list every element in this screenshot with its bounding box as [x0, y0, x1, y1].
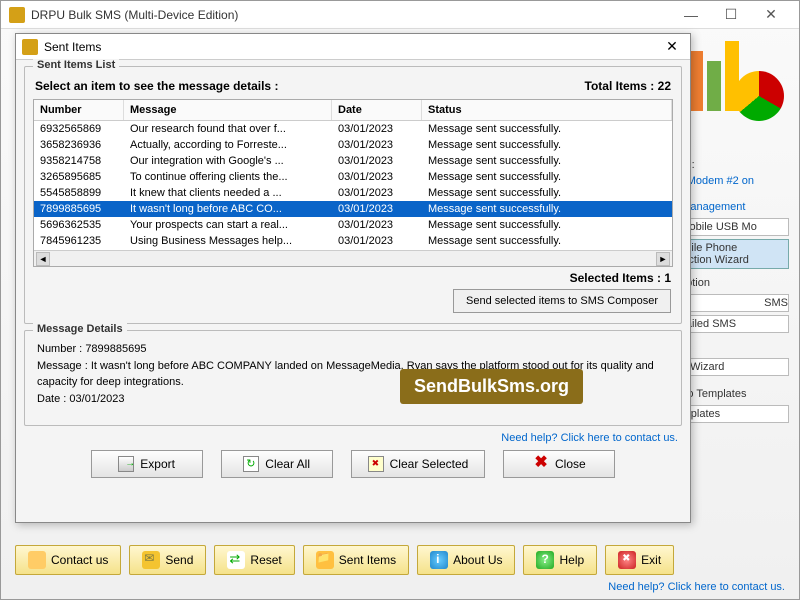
dialog-title: Sent Items: [44, 40, 660, 54]
close-dialog-button[interactable]: ✖Close: [503, 450, 615, 478]
cell-message: Your prospects can start a real...: [124, 217, 332, 233]
col-message[interactable]: Message: [124, 100, 332, 120]
table-row[interactable]: 3265895685To continue offering clients t…: [34, 169, 672, 185]
main-titlebar: DRPU Bulk SMS (Multi-Device Edition) — ☐…: [1, 1, 799, 29]
cell-message: It knew that clients needed a ...: [124, 185, 332, 201]
clear-selected-button[interactable]: Clear Selected: [351, 450, 486, 478]
dialog-help-link[interactable]: Need help? Click here to contact us.: [28, 432, 678, 444]
sent-items-table[interactable]: Number Message Date Status 6932565869Our…: [33, 99, 673, 267]
cell-message: To continue offering clients the...: [124, 169, 332, 185]
horizontal-scrollbar[interactable]: ◄ ►: [34, 250, 672, 266]
clear-all-button[interactable]: Clear All: [221, 450, 333, 478]
folder-icon: [316, 551, 334, 569]
close-icon: ✖: [533, 456, 549, 472]
main-window: DRPU Bulk SMS (Multi-Device Edition) — ☐…: [0, 0, 800, 600]
help-button[interactable]: Help: [523, 545, 597, 575]
exit-icon: [618, 551, 636, 569]
cell-number: 7845961235: [34, 233, 124, 249]
col-number[interactable]: Number: [34, 100, 124, 120]
cell-date: 03/01/2023: [332, 185, 422, 201]
table-row[interactable]: 3658236936Actually, according to Forrest…: [34, 137, 672, 153]
cell-message: Using Business Messages help...: [124, 233, 332, 249]
cell-number: 6932565869: [34, 121, 124, 137]
dialog-button-row: Export Clear All Clear Selected ✖Close: [16, 450, 690, 478]
app-icon: [9, 7, 25, 23]
table-row[interactable]: 6932565869Our research found that over f…: [34, 121, 672, 137]
table-row[interactable]: 7845961235Using Business Messages help..…: [34, 233, 672, 249]
cell-date: 03/01/2023: [332, 169, 422, 185]
dialog-close-button[interactable]: ✕: [660, 38, 684, 55]
table-row[interactable]: 5545858899It knew that clients needed a …: [34, 185, 672, 201]
export-button[interactable]: Export: [91, 450, 203, 478]
help-icon: [536, 551, 554, 569]
cell-status: Message sent successfully.: [422, 201, 672, 217]
watermark: SendBulkSms.org: [400, 369, 583, 404]
cell-message: It wasn't long before ABC CO...: [124, 201, 332, 217]
cell-number: 9358214758: [34, 153, 124, 169]
cell-status: Message sent successfully.: [422, 233, 672, 249]
table-header: Number Message Date Status: [34, 100, 672, 121]
clear-icon: [243, 456, 259, 472]
reset-icon: [227, 551, 245, 569]
send-icon: [142, 551, 160, 569]
send-button[interactable]: Send: [129, 545, 206, 575]
minimize-button[interactable]: —: [671, 3, 711, 27]
cell-number: 3265895685: [34, 169, 124, 185]
export-icon: [118, 456, 134, 472]
detail-number: Number : 7899885695: [37, 341, 669, 358]
cell-status: Message sent successfully.: [422, 185, 672, 201]
total-items: Total Items : 22: [585, 79, 672, 93]
prompt-text: Select an item to see the message detail…: [35, 79, 278, 93]
cell-status: Message sent successfully.: [422, 121, 672, 137]
details-title: Message Details: [33, 323, 127, 335]
close-button[interactable]: ✕: [751, 3, 791, 27]
send-to-composer-button[interactable]: Send selected items to SMS Composer: [453, 289, 671, 313]
col-date[interactable]: Date: [332, 100, 422, 120]
table-row[interactable]: 7899885695It wasn't long before ABC CO..…: [34, 201, 672, 217]
cell-number: 5696362535: [34, 217, 124, 233]
sent-items-list-group: Sent Items List Select an item to see th…: [24, 66, 682, 324]
group-title: Sent Items List: [33, 59, 119, 71]
table-row[interactable]: 5696362535Your prospects can start a rea…: [34, 217, 672, 233]
maximize-button[interactable]: ☐: [711, 3, 751, 27]
exit-button[interactable]: Exit: [605, 545, 674, 575]
message-details-group: Message Details Number : 7899885695 Mess…: [24, 330, 682, 426]
cell-date: 03/01/2023: [332, 233, 422, 249]
cell-status: Message sent successfully.: [422, 153, 672, 169]
scroll-left-icon[interactable]: ◄: [36, 252, 50, 266]
sent-items-dialog: Sent Items ✕ Sent Items List Select an i…: [15, 33, 691, 523]
cell-status: Message sent successfully.: [422, 137, 672, 153]
table-row[interactable]: 9358214758Our integration with Google's …: [34, 153, 672, 169]
cell-date: 03/01/2023: [332, 153, 422, 169]
cell-number: 7899885695: [34, 201, 124, 217]
cell-number: 3658236936: [34, 137, 124, 153]
contact-icon: [28, 551, 46, 569]
app-title: DRPU Bulk SMS (Multi-Device Edition): [31, 8, 671, 22]
dialog-icon: [22, 39, 38, 55]
cell-status: Message sent successfully.: [422, 217, 672, 233]
cell-message: Our research found that over f...: [124, 121, 332, 137]
scroll-right-icon[interactable]: ►: [656, 252, 670, 266]
dialog-titlebar: Sent Items ✕: [16, 34, 690, 60]
cell-date: 03/01/2023: [332, 137, 422, 153]
clear-selected-icon: [368, 456, 384, 472]
footer-help-link[interactable]: Need help? Click here to contact us.: [608, 581, 785, 593]
about-us-button[interactable]: About Us: [417, 545, 515, 575]
cell-status: Message sent successfully.: [422, 169, 672, 185]
cell-date: 03/01/2023: [332, 121, 422, 137]
cell-message: Actually, according to Forreste...: [124, 137, 332, 153]
reset-button[interactable]: Reset: [214, 545, 294, 575]
contact-us-button[interactable]: Contact us: [15, 545, 121, 575]
selected-items: Selected Items : 1: [35, 271, 671, 285]
cell-message: Our integration with Google's ...: [124, 153, 332, 169]
cell-date: 03/01/2023: [332, 201, 422, 217]
cell-date: 03/01/2023: [332, 217, 422, 233]
bottom-toolbar: Contact us Send Reset Sent Items About U…: [15, 545, 674, 575]
info-icon: [430, 551, 448, 569]
cell-number: 5545858899: [34, 185, 124, 201]
col-status[interactable]: Status: [422, 100, 672, 120]
sent-items-button[interactable]: Sent Items: [303, 545, 409, 575]
